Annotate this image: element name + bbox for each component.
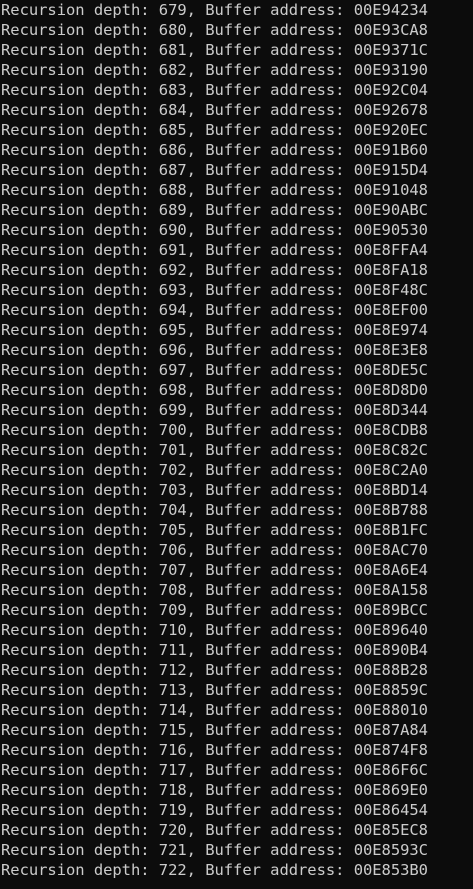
console-line: Recursion depth: 681, Buffer address: 00… [1, 41, 428, 59]
console-line: Recursion depth: 682, Buffer address: 00… [1, 61, 428, 79]
console-line: Recursion depth: 685, Buffer address: 00… [1, 121, 428, 139]
console-line: Recursion depth: 709, Buffer address: 00… [1, 601, 428, 619]
console-line: Recursion depth: 717, Buffer address: 00… [1, 761, 428, 779]
console-line: Recursion depth: 698, Buffer address: 00… [1, 381, 428, 399]
console-line: Recursion depth: 692, Buffer address: 00… [1, 261, 428, 279]
console-line: Recursion depth: 697, Buffer address: 00… [1, 361, 428, 379]
console-line: Recursion depth: 680, Buffer address: 00… [1, 21, 428, 39]
console-line: Recursion depth: 689, Buffer address: 00… [1, 201, 428, 219]
console-line: Recursion depth: 707, Buffer address: 00… [1, 561, 428, 579]
console-line: Recursion depth: 696, Buffer address: 00… [1, 341, 428, 359]
console-line: Recursion depth: 711, Buffer address: 00… [1, 641, 428, 659]
console-line: Recursion depth: 699, Buffer address: 00… [1, 401, 428, 419]
console-line: Recursion depth: 702, Buffer address: 00… [1, 461, 428, 479]
console-line: Recursion depth: 722, Buffer address: 00… [1, 861, 428, 879]
console-line: Recursion depth: 712, Buffer address: 00… [1, 661, 428, 679]
console-line: Recursion depth: 704, Buffer address: 00… [1, 501, 428, 519]
console-line: Recursion depth: 703, Buffer address: 00… [1, 481, 428, 499]
console-line: Recursion depth: 718, Buffer address: 00… [1, 781, 428, 799]
console-line: Recursion depth: 691, Buffer address: 00… [1, 241, 428, 259]
console-line: Recursion depth: 688, Buffer address: 00… [1, 181, 428, 199]
console-line: Recursion depth: 695, Buffer address: 00… [1, 321, 428, 339]
console-line: Recursion depth: 693, Buffer address: 00… [1, 281, 428, 299]
console-line: Recursion depth: 686, Buffer address: 00… [1, 141, 428, 159]
console-output[interactable]: Recursion depth: 679, Buffer address: 00… [0, 0, 473, 889]
console-line: Recursion depth: 679, Buffer address: 00… [1, 1, 428, 19]
console-line: Recursion depth: 710, Buffer address: 00… [1, 621, 428, 639]
console-line: Recursion depth: 700, Buffer address: 00… [1, 421, 428, 439]
console-line: Recursion depth: 683, Buffer address: 00… [1, 81, 428, 99]
console-line: Recursion depth: 714, Buffer address: 00… [1, 701, 428, 719]
console-line: Recursion depth: 716, Buffer address: 00… [1, 741, 428, 759]
console-line: Recursion depth: 706, Buffer address: 00… [1, 541, 428, 559]
console-line: Recursion depth: 721, Buffer address: 00… [1, 841, 428, 859]
console-line: Recursion depth: 719, Buffer address: 00… [1, 801, 428, 819]
console-line: Recursion depth: 715, Buffer address: 00… [1, 721, 428, 739]
console-line: Recursion depth: 713, Buffer address: 00… [1, 681, 428, 699]
console-line: Recursion depth: 690, Buffer address: 00… [1, 221, 428, 239]
console-line: Recursion depth: 684, Buffer address: 00… [1, 101, 428, 119]
console-line: Recursion depth: 705, Buffer address: 00… [1, 521, 428, 539]
console-line: Recursion depth: 701, Buffer address: 00… [1, 441, 428, 459]
console-line: Recursion depth: 694, Buffer address: 00… [1, 301, 428, 319]
console-line: Recursion depth: 687, Buffer address: 00… [1, 161, 428, 179]
console-line: Recursion depth: 720, Buffer address: 00… [1, 821, 428, 839]
console-line: Recursion depth: 708, Buffer address: 00… [1, 581, 428, 599]
